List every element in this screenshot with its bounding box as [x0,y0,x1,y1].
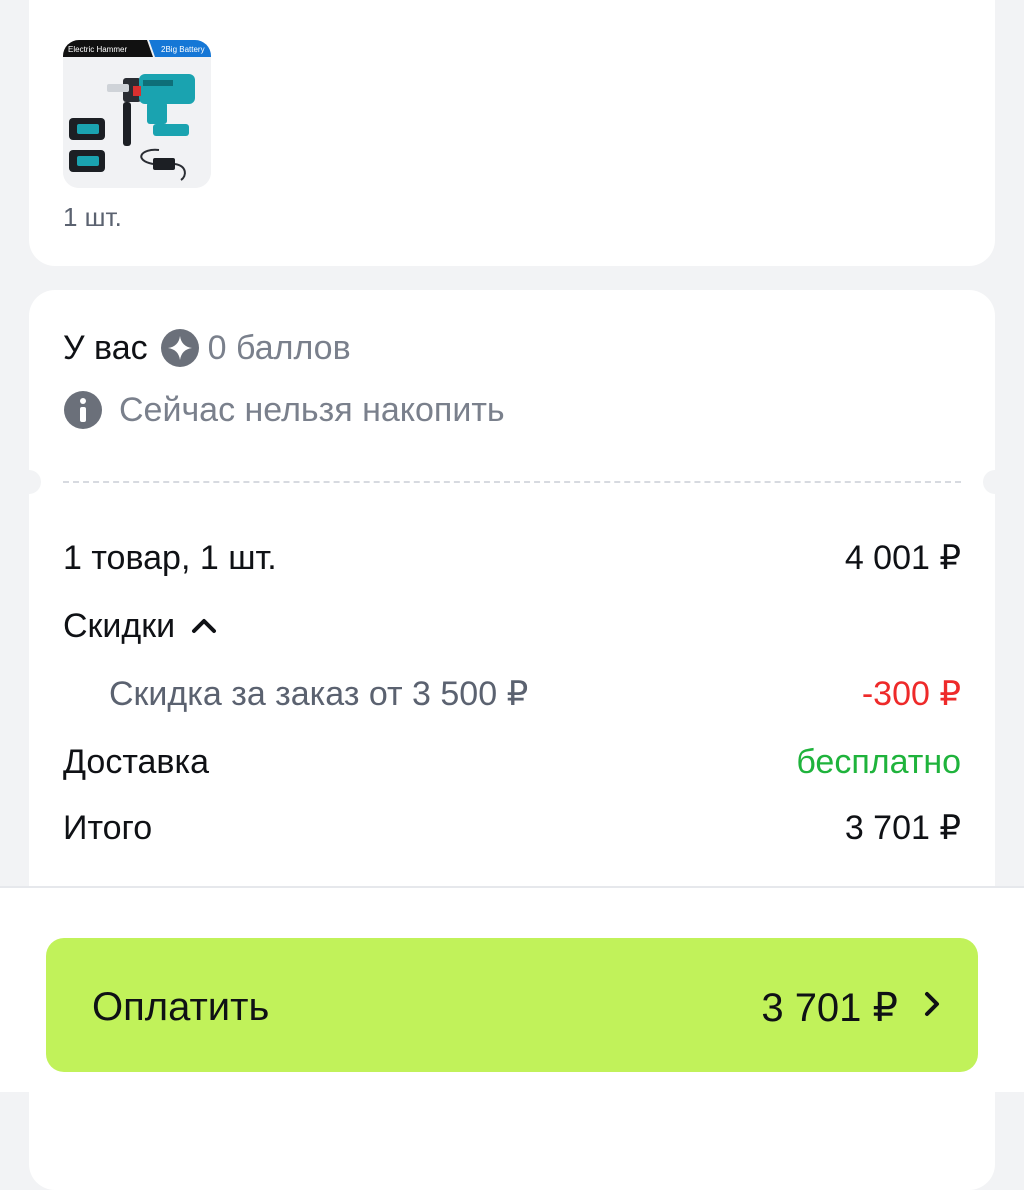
product-card: Electric Hammer 2Big Battery 1 шт. [29,0,995,266]
product-image: Electric Hammer 2Big Battery [63,40,211,188]
pay-button-label: Оплатить [92,985,270,1029]
divider-notch-left [17,470,41,494]
items-label: 1 товар, 1 шт. [63,538,277,577]
points-balance: У вас 0 баллов [63,328,351,368]
points-lead-text: У вас [63,328,148,367]
info-icon [64,391,102,429]
pay-button-amount: 3 701 ₽ [761,986,898,1030]
dashed-divider [63,481,961,483]
discount-item-row: Скидка за заказ от 3 500 ₽ -300 ₽ [109,674,961,714]
total-row: Итого 3 701 ₽ [63,808,961,848]
total-amount: 3 701 ₽ [844,809,961,847]
pay-button[interactable]: Оплатить 3 701 ₽ [46,938,978,1072]
discount-item-amount: -300 ₽ [861,675,961,713]
chevron-up-icon [192,619,217,633]
points-value: 0 баллов [207,328,351,367]
delivery-amount: бесплатно [796,742,961,781]
items-row: 1 товар, 1 шт. 4 001 ₽ [63,538,961,578]
discount-item-label: Скидка за заказ от 3 500 ₽ [109,675,529,713]
divider-notch-right [983,470,1007,494]
points-coin-icon [160,329,199,367]
discounts-label: Скидки [63,606,176,645]
discounts-toggle[interactable]: Скидки [63,606,961,646]
points-info: Сейчас нельзя накопить [63,390,505,430]
delivery-row: Доставка бесплатно [63,742,961,782]
badge-big-battery: 2Big Battery [161,45,205,54]
points-info-text: Сейчас нельзя накопить [119,390,505,429]
items-amount: 4 001 ₽ [844,539,961,577]
chevron-right-icon [925,992,939,1016]
total-label: Итого [63,808,153,847]
checkout-bar: Оплатить 3 701 ₽ [0,886,1024,1092]
delivery-label: Доставка [63,742,210,781]
badge-electric-hammer: Electric Hammer [68,45,127,54]
product-thumbnail[interactable]: Electric Hammer 2Big Battery [63,40,211,188]
product-quantity: 1 шт. [63,202,122,232]
